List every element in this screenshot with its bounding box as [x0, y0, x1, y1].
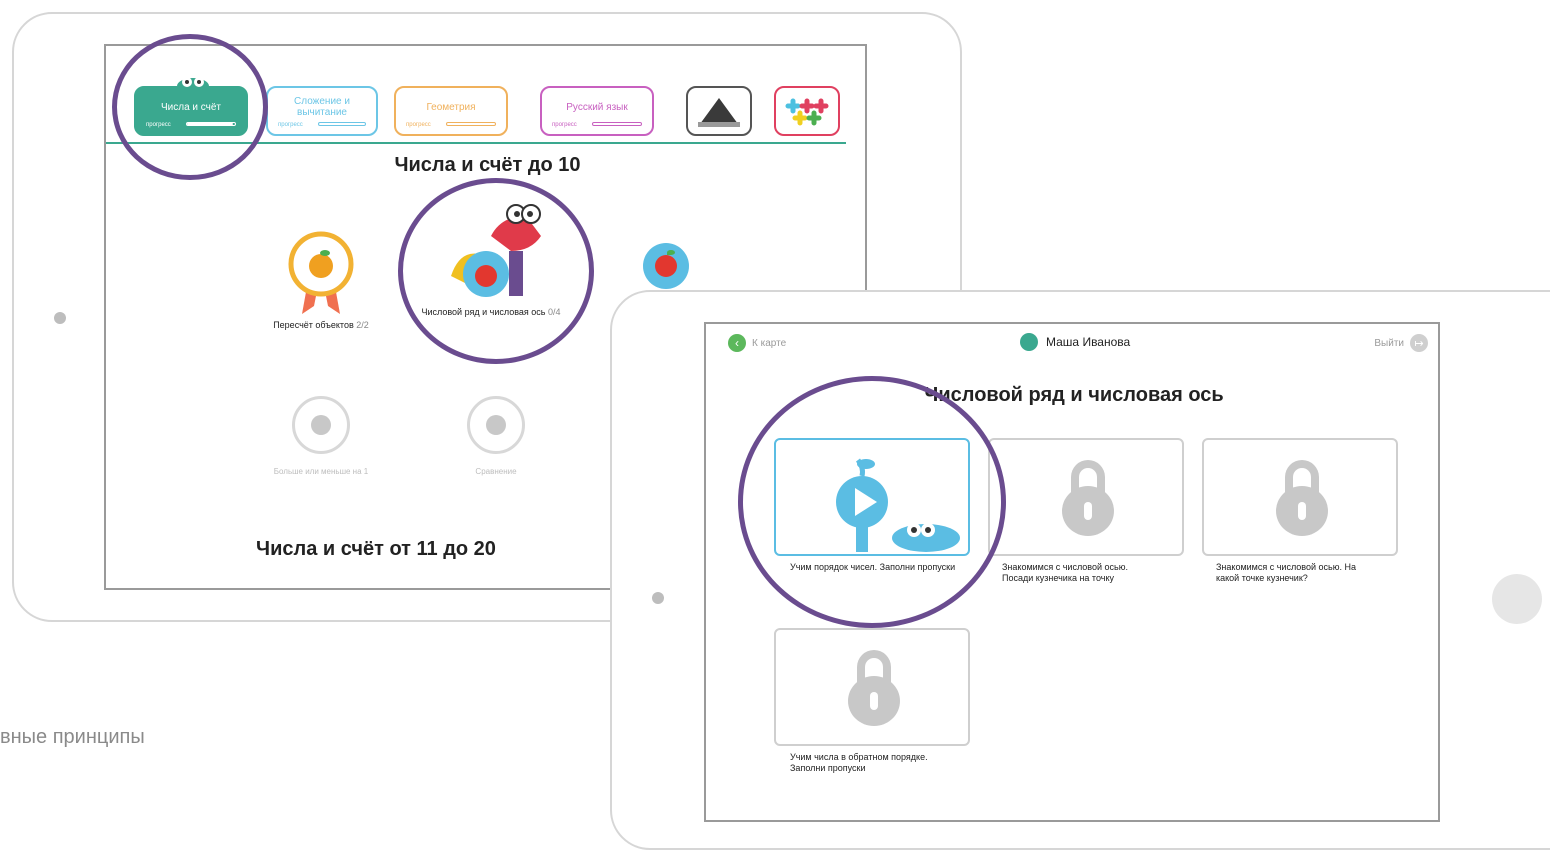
mountain-icon: [698, 98, 740, 127]
section-title: Числа и счёт до 10: [394, 154, 581, 176]
lock-icon: [1276, 460, 1328, 536]
apple-icon: [643, 243, 689, 289]
tab-mountain[interactable]: [686, 86, 752, 136]
topic-number-line[interactable]: Числовой ряд и числовая ось 0/4: [411, 196, 571, 318]
progress-label: прогресс: [278, 122, 303, 128]
topic-counting-objects[interactable]: Пересчёт объектов 2/2: [246, 226, 396, 331]
topic-label: Сравнение: [475, 467, 517, 476]
lock-icon: [1062, 460, 1114, 536]
slide-caption: вные принципы: [0, 726, 145, 748]
back-label: К карте: [752, 337, 787, 349]
user-name: Маша Иванова: [1046, 335, 1131, 349]
topic-label: Больше или меньше на 1: [273, 467, 369, 476]
exit-button[interactable]: Выйти ↦: [1374, 334, 1428, 352]
lesson-card-2-text: Знакомимся с числовой осью. Посади кузне…: [1002, 562, 1128, 583]
back-arrow-icon: ‹: [728, 334, 746, 352]
progress-label: прогресс: [146, 122, 171, 128]
page-title: Числовой ряд и числовая ось: [924, 384, 1224, 406]
play-icon: [836, 458, 960, 552]
lesson-card-4-text: Учим числа в обратном порядке. Заполни п…: [790, 752, 928, 773]
avatar-icon: [1020, 333, 1038, 351]
lesson-card-2[interactable]: [988, 438, 1184, 556]
topic-comparison[interactable]: Сравнение: [436, 396, 556, 478]
tab-addition[interactable]: Сложение и вычитание прогресс: [266, 86, 378, 136]
camera-dot: [54, 312, 66, 324]
topic-label: Числовой ряд и числовая ось: [421, 307, 546, 317]
progress-fill: [187, 123, 233, 125]
progress-bar: [318, 122, 366, 126]
tab-russian[interactable]: Русский язык прогресс: [540, 86, 654, 136]
monster-mascot-icon: [177, 77, 209, 92]
topic-count: 0/4: [547, 307, 561, 317]
puzzle-crosses-icon: [785, 98, 829, 126]
lock-icon: [848, 650, 900, 726]
tab-label: Сложение и вычитание: [294, 96, 350, 118]
tab-divider: [106, 142, 846, 144]
tab-label: Русский язык: [566, 102, 628, 113]
progress-bar: [592, 122, 642, 126]
topic-count: 2/2: [356, 320, 369, 330]
dinosaur-mascot-icon: [451, 204, 541, 297]
tab-label: Числа и счёт: [160, 102, 222, 113]
home-button[interactable]: [1492, 574, 1542, 624]
tab-puzzle[interactable]: [774, 86, 840, 136]
exit-icon: ↦: [1410, 334, 1428, 352]
progress-label: прогресс: [552, 122, 577, 128]
topic-more-less[interactable]: Больше или меньше на 1: [246, 396, 396, 478]
lesson-card-4[interactable]: [774, 628, 970, 746]
camera-dot: [652, 592, 664, 604]
apple-grey-icon: [292, 396, 350, 454]
lesson-card-1[interactable]: [774, 438, 970, 556]
user-profile[interactable]: Маша Иванова: [1020, 333, 1130, 351]
lesson-card-1-text: Учим порядок чисел. Заполни пропуски: [790, 562, 956, 572]
exit-label: Выйти: [1374, 337, 1404, 349]
apple-grey-icon: [467, 396, 525, 454]
lesson-card-3-text: Знакомимся с числовой осью. На какой точ…: [1216, 562, 1356, 583]
back-to-map-link[interactable]: ‹ К карте: [728, 334, 786, 352]
medal-apple-icon: [288, 231, 354, 314]
topic-label: Пересчёт объектов: [273, 320, 354, 330]
progress-bar: [446, 122, 496, 126]
section-title: Числа и счёт от 11 до 20: [256, 538, 496, 560]
lesson-card-3[interactable]: [1202, 438, 1398, 556]
tab-numbers[interactable]: Числа и счёт прогресс: [134, 77, 248, 136]
progress-label: прогресс: [406, 122, 431, 128]
tab-geometry[interactable]: Геометрия прогресс: [394, 86, 508, 136]
topic-lessons-screen: ‹ К карте Маша Иванова Выйти ↦ Числовой …: [704, 322, 1440, 822]
tab-label: Геометрия: [426, 102, 476, 113]
progress-bar: [186, 122, 236, 126]
